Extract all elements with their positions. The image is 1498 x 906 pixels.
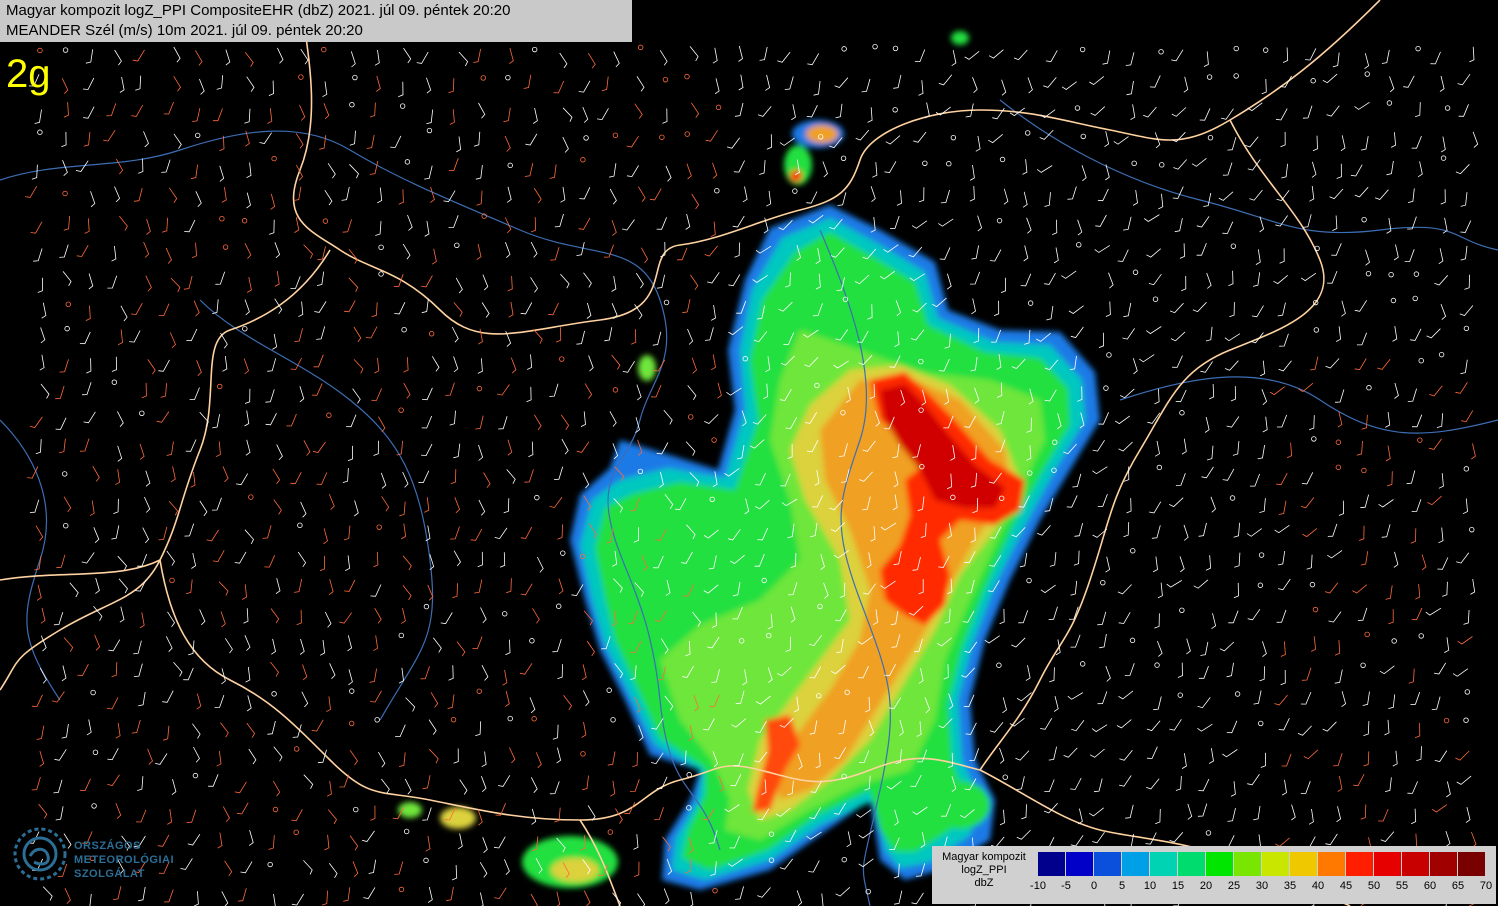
legend-swatch — [1206, 852, 1233, 876]
legend-tick-label: 35 — [1283, 880, 1297, 892]
legend-tick-label: 20 — [1199, 880, 1213, 892]
radar-product-title: Magyar kompozit logZ_PPI CompositeEHR (d… — [6, 2, 511, 19]
logo-line-1: ORSZÁGOS — [74, 840, 141, 852]
legend-swatch — [1374, 852, 1401, 876]
color-legend: Magyar kompozit logZ_PPI dbZ -10 -5 0 5 10 15… — [932, 846, 1496, 904]
legend-swatch — [1318, 852, 1345, 876]
panel-label: 2g — [6, 52, 51, 96]
legend-title-2: logZ_PPI — [961, 864, 1007, 876]
map-title-box: Magyar kompozit logZ_PPI CompositeEHR (d… — [0, 0, 632, 42]
omsz-logo-icon — [13, 827, 67, 881]
legend-tick-label: 65 — [1451, 880, 1465, 892]
omsz-logo: ORSZÁGOS METEOROLÓGIAI SZOLGÁLAT — [12, 826, 202, 886]
legend-tick-label: 5 — [1118, 880, 1126, 892]
legend-swatch — [1290, 852, 1317, 876]
legend-swatch — [1178, 852, 1205, 876]
legend-tick-label: 70 — [1479, 880, 1493, 892]
legend-tick-label: 0 — [1090, 880, 1098, 892]
legend-tick-label: -10 — [1030, 880, 1046, 892]
legend-title-1: Magyar kompozit — [942, 851, 1026, 863]
legend-tick-label: 60 — [1423, 880, 1437, 892]
legend-tick-label: 25 — [1227, 880, 1241, 892]
legend-tick-label: 40 — [1311, 880, 1325, 892]
legend-swatch — [1234, 852, 1261, 876]
legend-swatch — [1402, 852, 1429, 876]
legend-swatch — [1122, 852, 1149, 876]
legend-tick-label: 55 — [1395, 880, 1409, 892]
legend-tick-label: 30 — [1255, 880, 1269, 892]
legend-tick-label: 10 — [1143, 880, 1157, 892]
legend-swatch — [1038, 852, 1065, 876]
logo-line-2: METEOROLÓGIAI — [74, 854, 174, 866]
legend-tick-label: 50 — [1367, 880, 1381, 892]
legend-swatch — [1430, 852, 1457, 876]
legend-swatch — [1094, 852, 1121, 876]
legend-tick-label: 45 — [1339, 880, 1353, 892]
legend-swatch — [1346, 852, 1373, 876]
logo-line-3: SZOLGÁLAT — [74, 868, 145, 880]
legend-tick-label: -5 — [1061, 880, 1071, 892]
legend-swatch — [1066, 852, 1093, 876]
legend-swatch — [1262, 852, 1289, 876]
legend-unit: dbZ — [974, 877, 994, 889]
wind-product-title: MEANDER Szél (m/s) 10m 2021. júl 09. pén… — [6, 22, 363, 39]
legend-swatch — [1150, 852, 1177, 876]
legend-swatch — [1458, 852, 1485, 876]
legend-tick-label: 15 — [1171, 880, 1185, 892]
radar-map — [0, 0, 1498, 906]
